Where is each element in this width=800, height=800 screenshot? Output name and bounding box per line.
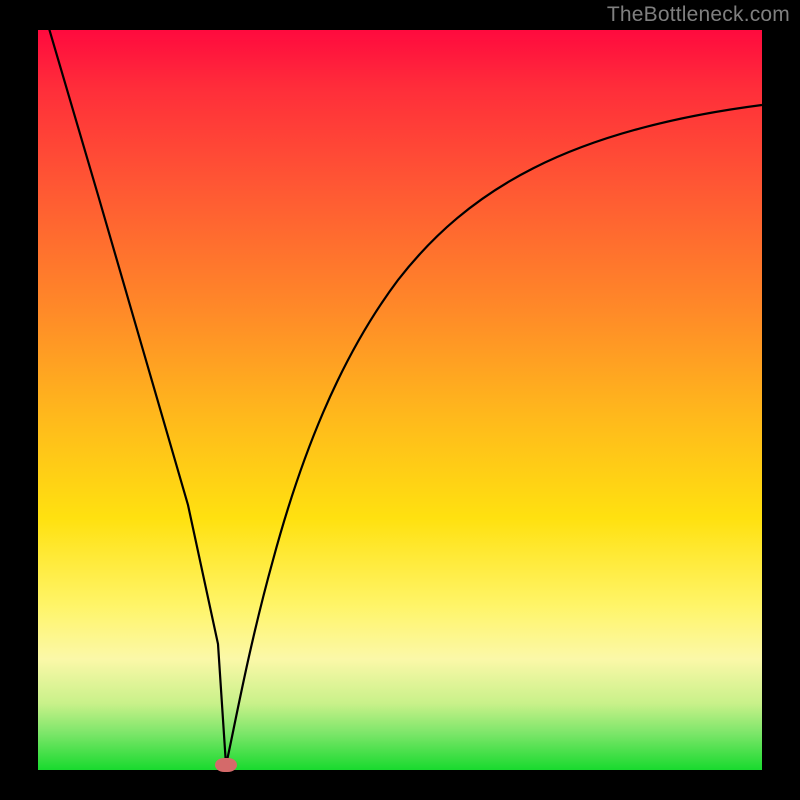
- plot-area: [38, 30, 762, 770]
- watermark-text: TheBottleneck.com: [607, 3, 790, 27]
- min-marker-dot: [215, 758, 237, 772]
- bottleneck-curve: [38, 30, 762, 770]
- curve-left-branch: [48, 30, 226, 765]
- curve-right-branch: [226, 105, 762, 765]
- chart-frame: TheBottleneck.com: [0, 0, 800, 800]
